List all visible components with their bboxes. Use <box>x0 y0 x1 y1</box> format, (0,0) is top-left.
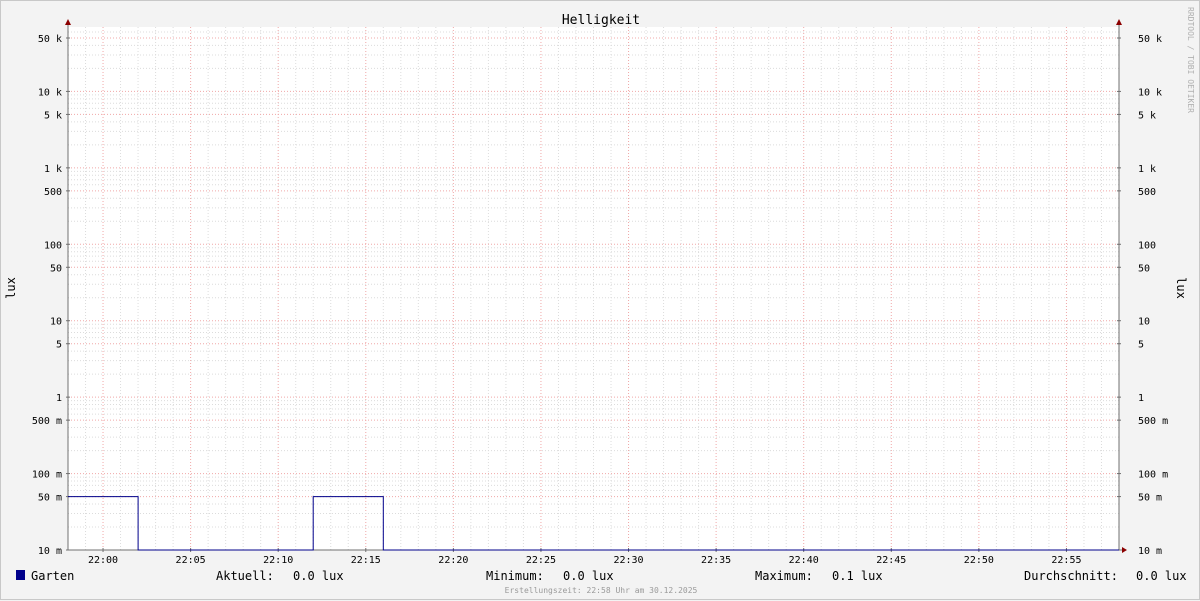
legend-swatch <box>16 570 25 580</box>
y-tick-label-right: 50 k <box>1138 34 1162 45</box>
y-tick-label-right: 100 m <box>1138 470 1168 481</box>
y-tick-label-right: 10 <box>1138 317 1150 328</box>
y-tick-label-left: 100 <box>44 240 62 251</box>
x-tick-label: 22:45 <box>876 555 906 566</box>
y-tick-label-right: 10 m <box>1138 546 1162 557</box>
y-axis-arrow-right <box>1116 19 1122 25</box>
x-tick-label: 22:15 <box>351 555 381 566</box>
y-axis-label-right: lux <box>1174 277 1188 299</box>
x-tick-label: 22:20 <box>438 555 468 566</box>
chart-svg: 50 k 50 k10 k 10 k5 k5 k1 k1 k500 500100 100… <box>4 7 1195 595</box>
x-tick-label: 22:05 <box>176 555 206 566</box>
y-tick-label-left: 5 <box>56 340 62 351</box>
y-tick-label-right: 1 <box>1138 393 1144 404</box>
chart-title: Helligkeit <box>562 13 640 28</box>
y-tick-label-right: 50 m <box>1138 493 1162 504</box>
legend-min-value: 0.0 lux <box>563 569 614 583</box>
y-axis-label-left: lux <box>4 277 18 299</box>
x-tick-label: 22:50 <box>964 555 994 566</box>
y-tick-label-left: 500 m <box>32 416 62 427</box>
y-tick-label-right: 5 <box>1138 340 1144 351</box>
y-axis-arrow-left <box>65 19 71 25</box>
x-tick-label: 22:30 <box>613 555 643 566</box>
y-tick-label-left: 10 k <box>38 87 62 98</box>
legend-max-value: 0.1 lux <box>832 569 883 583</box>
y-tick-label-right: 50 <box>1138 263 1150 274</box>
y-tick-label-right: 1 k <box>1138 164 1156 175</box>
x-tick-label: 22:40 <box>789 555 819 566</box>
x-axis-arrow <box>1122 547 1127 553</box>
legend-min-label: Minimum: <box>486 569 544 583</box>
legend-current-value: 0.0 lux <box>293 569 344 583</box>
y-tick-label-right: 10 k <box>1138 87 1162 98</box>
footer-timestamp: Erstellungszeit: 22:58 Uhr am 30.12.2025 <box>505 586 698 595</box>
legend-series-name: Garten <box>31 569 74 583</box>
x-tick-label: 22:35 <box>701 555 731 566</box>
x-tick-label: 22:00 <box>88 555 118 566</box>
y-tick-label-left: 1 k <box>44 164 62 175</box>
watermark: RRDTOOL / TOBI OETIKER <box>1186 7 1195 113</box>
x-tick-label: 22:25 <box>526 555 556 566</box>
legend-max-label: Maximum: <box>755 569 813 583</box>
legend-current-label: Aktuell: <box>216 569 274 583</box>
x-tick-label: 22:10 <box>263 555 293 566</box>
legend-avg-value: 0.0 lux <box>1136 569 1187 583</box>
legend-avg-label: Durchschnitt: <box>1024 569 1118 583</box>
y-tick-label-left: 100 m <box>32 470 62 481</box>
y-tick-label-left: 1 <box>56 393 62 404</box>
y-tick-label-left: 10 m <box>38 546 62 557</box>
y-tick-label-left: 50 <box>50 263 62 274</box>
y-tick-label-left: 50 m <box>38 493 62 504</box>
y-tick-label-right: 500 <box>1138 187 1156 198</box>
y-tick-label-left: 500 <box>44 187 62 198</box>
graph-frame: 50 k 50 k 10 k 10 k5 k5 k1 k1 k 500 500 100 100… <box>0 0 1200 600</box>
y-tick-label-right: 100 <box>1138 240 1156 251</box>
y-tick-label-left: 5 k <box>44 110 62 121</box>
y-tick-label-left: 50 k <box>38 34 62 45</box>
y-tick-label-right: 500 m <box>1138 416 1168 427</box>
grid <box>67 27 1120 551</box>
y-tick-label-right: 5 k <box>1138 110 1156 121</box>
x-tick-label: 22:55 <box>1051 555 1081 566</box>
y-tick-label-left: 10 <box>50 317 62 328</box>
